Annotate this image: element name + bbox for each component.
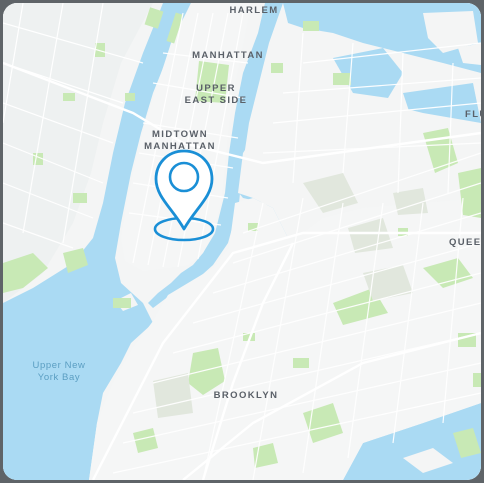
label-flushing: FLU bbox=[465, 109, 481, 120]
location-pin-icon[interactable] bbox=[151, 147, 217, 243]
label-bay-line2: York Bay bbox=[37, 372, 81, 383]
map-frame[interactable]: HARLEM MANHATTAN UPPER EAST SIDE MIDTOWN… bbox=[3, 3, 481, 480]
label-upper-east-side-line1: UPPER bbox=[196, 83, 236, 94]
label-upper-new-york-bay: Upper New York Bay bbox=[19, 360, 99, 384]
label-upper-east-side: UPPER EAST SIDE bbox=[183, 83, 249, 107]
label-brooklyn: BROOKLYN bbox=[213, 390, 279, 401]
map-canvas[interactable] bbox=[3, 3, 481, 480]
label-upper-east-side-line2: EAST SIDE bbox=[184, 95, 248, 106]
label-queens: QUEE bbox=[449, 237, 481, 248]
label-harlem: HARLEM bbox=[229, 5, 279, 16]
label-midtown-line1: MIDTOWN bbox=[151, 129, 209, 140]
label-bay-line1: Upper New bbox=[32, 360, 86, 371]
label-manhattan: MANHATTAN bbox=[192, 50, 264, 61]
